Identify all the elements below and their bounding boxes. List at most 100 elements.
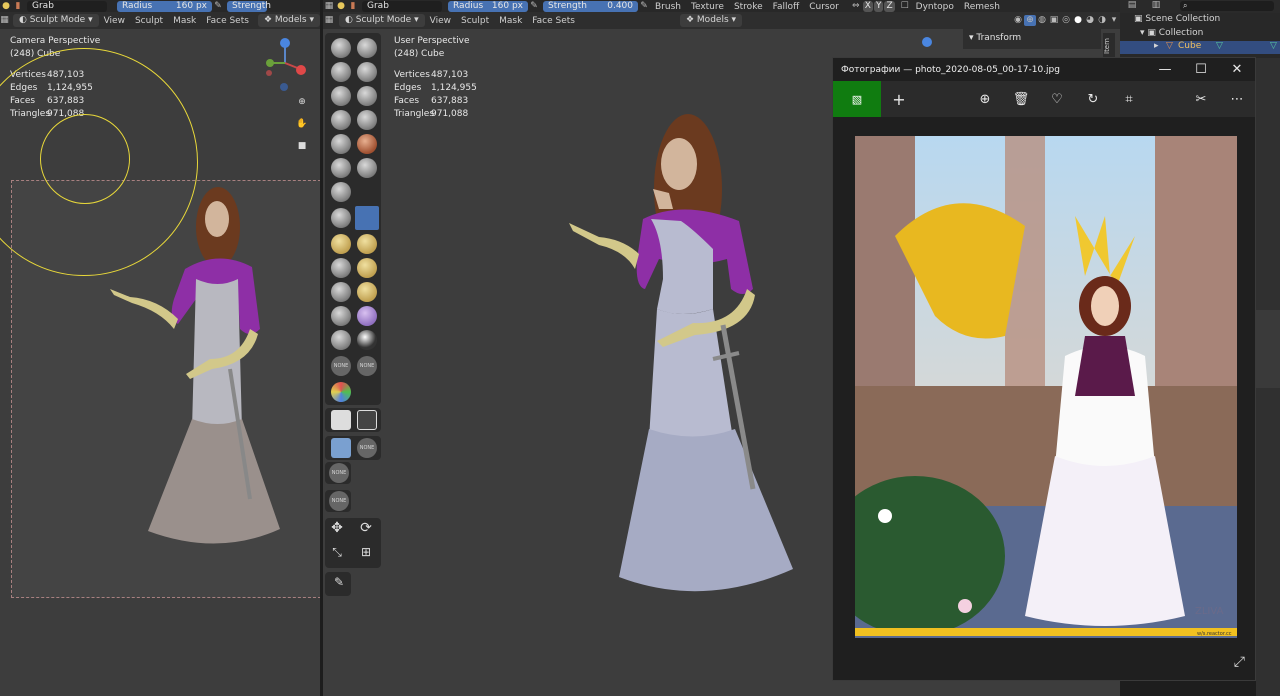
slide-relax-brush-icon[interactable]: [331, 306, 351, 326]
elastic-brush-icon[interactable]: [331, 234, 351, 254]
mode-selector[interactable]: ◐ Sculpt Mode ▾: [12, 14, 99, 27]
axis-z-toggle[interactable]: Z: [884, 1, 895, 12]
blob-brush-icon[interactable]: [331, 110, 351, 130]
annotate-icon[interactable]: ✎: [333, 576, 345, 588]
brush-menu[interactable]: Brush: [650, 2, 686, 12]
rotate-icon[interactable]: ⟳: [360, 521, 372, 535]
gizmo-axis-dot[interactable]: [922, 37, 932, 47]
outliner-cube-row[interactable]: ▸ ▽ Cube ▽: [1120, 41, 1280, 54]
scale-icon[interactable]: ⤡: [331, 546, 343, 558]
item-tab[interactable]: Item: [1103, 33, 1115, 59]
expand-icon[interactable]: ▾: [1140, 28, 1145, 38]
brush-preview-icon[interactable]: ▮: [12, 1, 24, 12]
outliner-display-icon[interactable]: ▥: [1150, 0, 1162, 11]
thumb-brush-icon[interactable]: [331, 258, 351, 278]
symmetry-icon[interactable]: ⇔: [850, 1, 862, 12]
edit-icon[interactable]: ✂: [1183, 92, 1219, 107]
view-menu[interactable]: View: [99, 16, 130, 26]
face-sets-menu[interactable]: Face Sets: [201, 16, 254, 26]
none-face-set[interactable]: NONE: [329, 463, 349, 483]
camera-icon[interactable]: ■: [296, 141, 308, 152]
mask-brush-icon[interactable]: [357, 330, 377, 350]
box-mask-icon[interactable]: [331, 410, 351, 430]
scrape-brush-icon[interactable]: [357, 158, 377, 178]
shading-dropdown-icon[interactable]: ▾: [1108, 15, 1120, 26]
clay-brush-icon[interactable]: [331, 62, 351, 82]
rotate-brush-icon[interactable]: [357, 282, 377, 302]
expand-icon[interactable]: ▸: [1154, 41, 1159, 51]
close-button[interactable]: ✕: [1219, 62, 1255, 77]
mask-menu[interactable]: Mask: [494, 16, 527, 26]
photos-titlebar[interactable]: Фотографии — photo_2020-08-05_00-17-10.j…: [833, 58, 1255, 81]
pen-pressure-icon[interactable]: ✎: [638, 1, 650, 12]
nudge-brush-icon[interactable]: [331, 282, 351, 302]
pen-pressure-icon[interactable]: ✎: [528, 1, 540, 12]
brush-name-field[interactable]: Grab: [362, 1, 442, 12]
box-hide-icon[interactable]: [357, 410, 377, 430]
stroke-menu[interactable]: Stroke: [729, 2, 768, 12]
add-to-button[interactable]: +: [881, 90, 917, 109]
view-menu[interactable]: View: [425, 16, 456, 26]
remesh-menu[interactable]: Remesh: [959, 2, 1005, 12]
minimize-button[interactable]: —: [1147, 62, 1183, 77]
checkbox-icon[interactable]: ☐: [899, 1, 911, 12]
radius-field[interactable]: Radius 160 px: [448, 1, 528, 12]
strength-field[interactable]: Strength 0.400: [543, 1, 638, 12]
grab-brush-icon[interactable]: [355, 206, 379, 230]
face-sets-menu[interactable]: Face Sets: [527, 16, 580, 26]
mesh-filter-icon[interactable]: [331, 438, 351, 458]
cloth-brush-icon[interactable]: [357, 306, 377, 326]
paint-brush-icon[interactable]: [331, 382, 351, 402]
outliner-editor-icon[interactable]: ▤: [1126, 0, 1138, 11]
navigation-gizmo[interactable]: [258, 35, 310, 95]
transform-section[interactable]: ▾ Transform: [969, 33, 1021, 43]
shading-material-icon[interactable]: ◕: [1084, 15, 1096, 26]
favorite-icon[interactable]: ♡: [1039, 92, 1075, 107]
shading-wireframe-icon[interactable]: ◎: [1060, 15, 1072, 26]
brush-name-field[interactable]: Grab: [27, 1, 107, 12]
collection-selector[interactable]: ❖ Models ▾: [257, 14, 320, 27]
editor-type-icon[interactable]: ▦: [323, 1, 335, 12]
mask-menu[interactable]: Mask: [168, 16, 201, 26]
xray-icon[interactable]: ▣: [1048, 15, 1060, 26]
pen-pressure-icon[interactable]: ✎: [212, 1, 224, 12]
flatten-brush-icon[interactable]: [357, 134, 377, 154]
editor-type-icon[interactable]: ▦: [323, 15, 335, 26]
transform-icon[interactable]: ⊞: [360, 546, 372, 558]
fill-brush-icon[interactable]: [331, 158, 351, 178]
outliner-scene-row[interactable]: ▣ Scene Collection: [1134, 14, 1220, 24]
outliner-search[interactable]: ⌕: [1180, 1, 1274, 11]
smooth-brush-icon[interactable]: [331, 134, 351, 154]
visibility-icon[interactable]: ◉: [1012, 15, 1024, 26]
inflate-brush-icon[interactable]: [357, 86, 377, 106]
mode-selector[interactable]: ◐ Sculpt Mode ▾: [339, 14, 425, 27]
crease-brush-icon[interactable]: [357, 110, 377, 130]
pose-brush-icon[interactable]: [357, 258, 377, 278]
axis-y-toggle[interactable]: Y: [873, 1, 884, 12]
cursor-menu[interactable]: Cursor: [804, 2, 844, 12]
overlays-icon[interactable]: ◍: [1036, 15, 1048, 26]
shading-solid-icon[interactable]: ●: [1072, 15, 1084, 26]
snake-hook-brush-icon[interactable]: [357, 234, 377, 254]
rotate-icon[interactable]: ↻: [1075, 92, 1111, 107]
zoom-icon[interactable]: ⊕: [296, 97, 308, 108]
texture-menu[interactable]: Texture: [686, 2, 729, 12]
editor-type-icon[interactable]: ▦: [0, 15, 9, 26]
falloff-menu[interactable]: Falloff: [768, 2, 805, 12]
camera-viewport[interactable]: Camera Perspective (248) Cube Vertices48…: [0, 29, 320, 696]
move-icon[interactable]: ✥: [331, 521, 343, 535]
brush-preview-icon[interactable]: ▮: [347, 1, 359, 12]
radius-field[interactable]: Radius 160 px: [117, 1, 212, 12]
none-mask-expand[interactable]: NONE: [329, 491, 349, 511]
none-brush-2[interactable]: NONE: [357, 356, 377, 376]
maximize-button[interactable]: ☐: [1183, 62, 1219, 77]
draw-brush-icon[interactable]: [331, 38, 351, 58]
see-all-photos-button[interactable]: ▧: [833, 81, 881, 117]
gizmo-icon[interactable]: ⊕: [1024, 15, 1036, 26]
collection-selector[interactable]: ❖ Models ▾: [679, 14, 743, 27]
zoom-icon[interactable]: ⊕: [967, 92, 1003, 107]
none-brush-1[interactable]: NONE: [331, 356, 351, 376]
dyntopo-menu[interactable]: Dyntopo: [911, 2, 959, 12]
none-filter[interactable]: NONE: [357, 438, 377, 458]
strength-field[interactable]: Strength: [227, 1, 271, 12]
